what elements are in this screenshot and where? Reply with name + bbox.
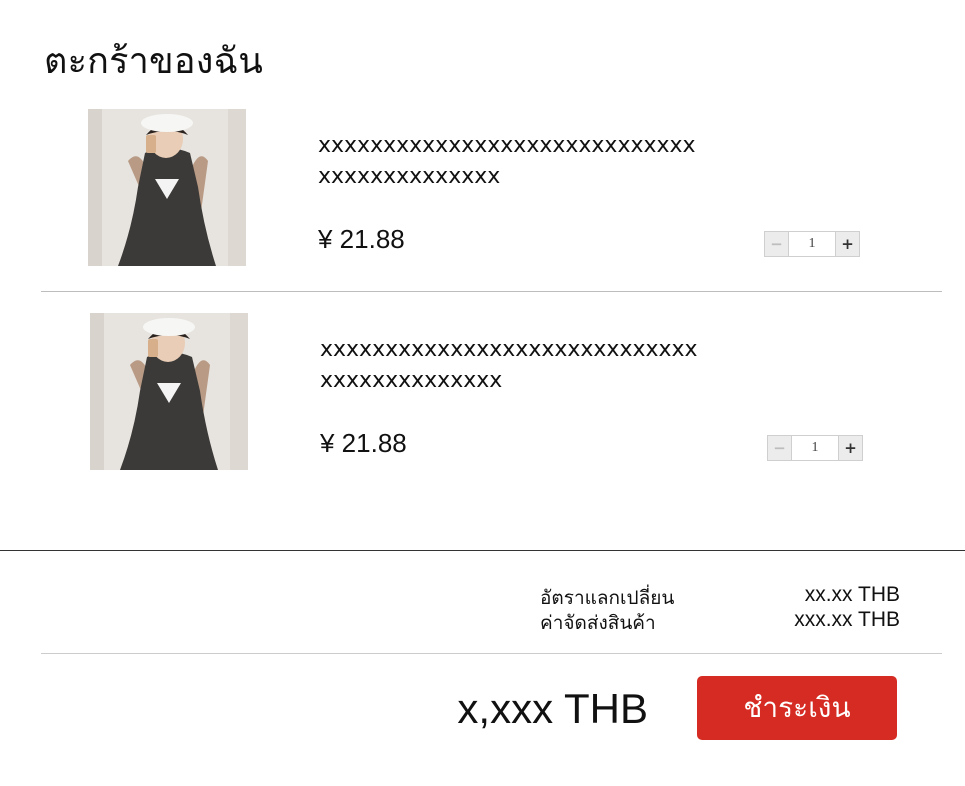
quantity-stepper: − 1 +: [764, 231, 860, 257]
cart-item: xxxxxxxxxxxxxxxxxxxxxxxxxxxxxxxxxxxxxxxx…: [0, 104, 965, 274]
cart-item: xxxxxxxxxxxxxxxxxxxxxxxxxxxxxxxxxxxxxxxx…: [0, 308, 965, 478]
item-price: ¥ 21.88: [320, 428, 407, 458]
checkout-button[interactable]: ชำระเงิน: [697, 676, 897, 740]
decrease-quantity-button[interactable]: −: [768, 436, 792, 460]
product-photo-dress: [90, 313, 248, 470]
increase-quantity-button[interactable]: +: [838, 436, 862, 460]
shipping-fee-label: ค่าจัดส่งสินค้า: [540, 612, 656, 634]
shipping-fee-value: xxx.xx THB: [794, 608, 900, 631]
exchange-rate-row: อัตราแลกเปลี่ยน xx.xx THB: [540, 583, 900, 609]
exchange-rate-value: xx.xx THB: [804, 583, 900, 606]
item-name[interactable]: xxxxxxxxxxxxxxxxxxxxxxxxxxxxxxxxxxxxxxxx…: [320, 334, 700, 396]
total-divider: [41, 653, 942, 654]
item-name[interactable]: xxxxxxxxxxxxxxxxxxxxxxxxxxxxxxxxxxxxxxxx…: [318, 130, 698, 192]
page-title: ตะกร้าของฉัน: [44, 41, 264, 82]
quantity-input[interactable]: 1: [792, 436, 838, 460]
product-photo-dress: [88, 109, 246, 266]
product-image[interactable]: [90, 313, 248, 470]
item-divider: [41, 291, 942, 292]
item-price: ¥ 21.88: [318, 224, 405, 254]
product-image[interactable]: [88, 109, 246, 266]
quantity-input[interactable]: 1: [789, 232, 835, 256]
total-amount: x,xxx THB: [457, 685, 648, 732]
decrease-quantity-button[interactable]: −: [765, 232, 789, 256]
shipping-fee-row: ค่าจัดส่งสินค้า xxx.xx THB: [540, 608, 900, 634]
summary-divider: [0, 550, 965, 551]
quantity-stepper: − 1 +: [767, 435, 863, 461]
increase-quantity-button[interactable]: +: [835, 232, 859, 256]
